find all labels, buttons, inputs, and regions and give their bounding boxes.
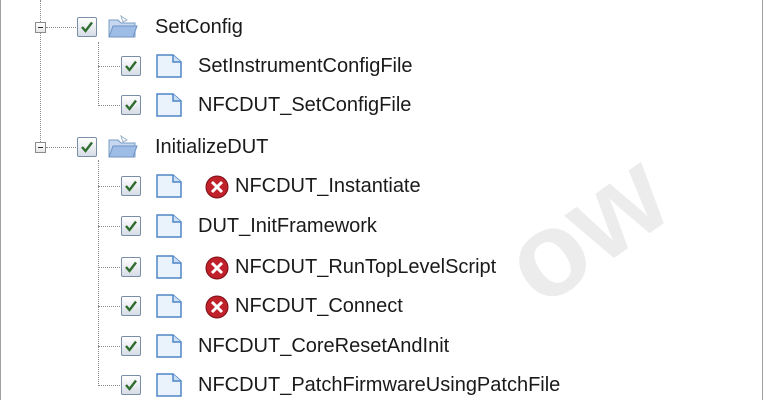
- collapse-toggle[interactable]: [35, 22, 46, 33]
- tree-node-label: NFCDUT_RunTopLevelScript: [235, 256, 497, 278]
- tree-node-nfcdut-setconfigfile[interactable]: NFCDUT_SetConfigFile: [1, 91, 521, 121]
- checkmark-icon: [125, 60, 137, 72]
- checkbox-setconfig[interactable]: [77, 17, 97, 37]
- tree-node-nfcdut-patchfirmwareusingpatchfile[interactable]: NFCDUT_PatchFirmwareUsingPatchFile: [1, 371, 701, 400]
- checkmark-icon: [81, 21, 93, 33]
- checkmark-icon: [125, 220, 137, 232]
- checkbox-item[interactable]: [121, 216, 141, 236]
- checkmark-icon: [125, 261, 137, 273]
- checkbox-item[interactable]: [121, 56, 141, 76]
- checkmark-icon: [81, 141, 93, 153]
- open-folder-icon: [108, 134, 138, 158]
- checkbox-initializedut[interactable]: [77, 137, 97, 157]
- collapse-toggle[interactable]: [35, 142, 46, 153]
- checkbox-item[interactable]: [121, 296, 141, 316]
- checkbox-item[interactable]: [121, 176, 141, 196]
- tree-node-label: NFCDUT_PatchFirmwareUsingPatchFile: [198, 374, 561, 396]
- document-icon: [156, 54, 182, 78]
- tree-node-nfcdut-runtoplevelscript[interactable]: NFCDUT_RunTopLevelScript: [1, 253, 601, 283]
- document-icon: [156, 174, 182, 198]
- tree-node-label: NFCDUT_CoreResetAndInit: [198, 335, 450, 357]
- document-icon: [156, 373, 182, 397]
- checkbox-item[interactable]: [121, 257, 141, 277]
- open-folder-icon: [108, 14, 138, 38]
- tree-node-label: SetInstrumentConfigFile: [198, 55, 413, 77]
- tree-node-dut-initframework[interactable]: DUT_InitFramework: [1, 212, 521, 242]
- checkmark-icon: [125, 340, 137, 352]
- checkmark-icon: [125, 379, 137, 391]
- document-icon: [156, 334, 182, 358]
- checkbox-item[interactable]: [121, 336, 141, 356]
- error-icon: [205, 295, 229, 319]
- tree-view-panel: ow SetConfig SetInstrumentConfigFile NFC…: [0, 0, 763, 400]
- tree-node-setinstrumentconfigfile[interactable]: SetInstrumentConfigFile: [1, 52, 521, 82]
- document-icon: [156, 93, 182, 117]
- tree-node-nfcdut-coreresetandinit[interactable]: NFCDUT_CoreResetAndInit: [1, 332, 561, 362]
- tree-node-initializedut[interactable]: InitializeDUT: [1, 132, 401, 162]
- test-sequence-tree: SetConfig SetInstrumentConfigFile NFCDUT…: [1, 0, 762, 400]
- document-icon: [156, 294, 182, 318]
- checkmark-icon: [125, 300, 137, 312]
- document-icon: [156, 214, 182, 238]
- tree-node-label: NFCDUT_Connect: [235, 295, 403, 317]
- tree-node-label: NFCDUT_SetConfigFile: [198, 94, 412, 116]
- tree-node-label: SetConfig: [155, 16, 243, 38]
- tree-node-nfcdut-instantiate[interactable]: NFCDUT_Instantiate: [1, 172, 561, 202]
- tree-node-label: DUT_InitFramework: [198, 215, 377, 237]
- error-icon: [205, 256, 229, 280]
- checkmark-icon: [125, 99, 137, 111]
- tree-node-nfcdut-connect[interactable]: NFCDUT_Connect: [1, 292, 521, 322]
- tree-node-label: NFCDUT_Instantiate: [235, 175, 421, 197]
- tree-node-label: InitializeDUT: [155, 136, 269, 158]
- error-icon: [205, 175, 229, 199]
- document-icon: [156, 255, 182, 279]
- checkmark-icon: [125, 180, 137, 192]
- checkbox-item[interactable]: [121, 375, 141, 395]
- tree-node-setconfig[interactable]: SetConfig: [1, 12, 401, 42]
- checkbox-item[interactable]: [121, 95, 141, 115]
